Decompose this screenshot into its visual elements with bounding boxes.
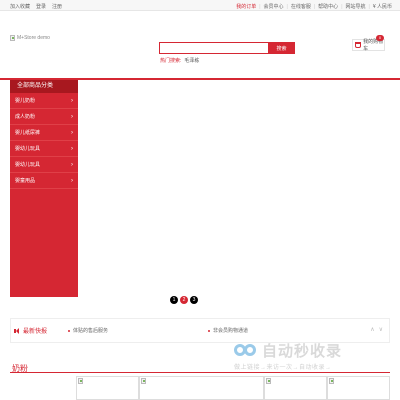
product-card[interactable] xyxy=(264,376,327,400)
broken-image-icon xyxy=(329,378,334,384)
bullet-icon xyxy=(208,329,210,332)
news-title: 最新快报 xyxy=(23,329,48,335)
category-item-label: 婴儿纸尿裤 xyxy=(15,130,41,136)
top-bar-right-links: 我的订单 | 会员中心 | 在线客服 | 帮助中心 | 网站导航 | ¥ 人民币 xyxy=(236,3,392,11)
category-title: 全部商品分类 xyxy=(10,80,78,93)
top-bar-left-links: 加入收藏 登录 注册 xyxy=(10,3,62,10)
broken-image-icon xyxy=(266,378,271,384)
carousel-dot-active[interactable]: 2 xyxy=(180,296,188,304)
online-service-link[interactable]: 在线客服 xyxy=(291,3,311,10)
category-item-label: 婴幼儿玩具 xyxy=(15,146,41,152)
hot-search-label: 热门搜索: xyxy=(160,58,182,64)
category-item[interactable]: 婴幼儿玩具 › xyxy=(10,157,78,173)
divider: | xyxy=(368,3,370,10)
chevron-right-icon: › xyxy=(71,129,73,136)
news-item-text: 体贴的售后服务 xyxy=(73,328,109,334)
hot-search-keyword[interactable]: 毛泽栋 xyxy=(184,57,199,64)
category-item-label: 婴童用品 xyxy=(15,178,36,184)
product-card[interactable] xyxy=(139,376,264,400)
watermark-text: 自动秒收录 xyxy=(262,343,343,360)
chevron-right-icon: › xyxy=(71,97,73,104)
arrow-down-icon[interactable]: ∨ xyxy=(379,326,383,333)
bullet-icon xyxy=(68,329,70,332)
my-orders-link[interactable]: 我的订单 xyxy=(236,3,256,10)
carousel-dot[interactable]: 1 xyxy=(170,296,178,304)
divider: | xyxy=(313,3,316,10)
broken-image-icon xyxy=(78,378,83,384)
news-item[interactable]: 体贴的售后服务 xyxy=(68,327,108,334)
broken-image-icon xyxy=(141,378,146,384)
cart-count-badge: 0 xyxy=(376,35,384,41)
banner-carousel[interactable] xyxy=(78,80,390,297)
help-center-link[interactable]: 帮助中心 xyxy=(318,3,338,10)
hot-searches: 热门搜索: 毛泽栋 xyxy=(160,57,199,64)
watermark: 自动秒收录 做上链接→来访一次→自动收录→ xyxy=(228,340,388,374)
chevron-right-icon: › xyxy=(71,161,73,168)
search-input[interactable] xyxy=(159,42,268,54)
watermark-logo-icon xyxy=(234,342,256,358)
member-center-link[interactable]: 会员中心 xyxy=(264,3,284,10)
arrow-up-icon[interactable]: ∧ xyxy=(370,326,374,333)
site-logo[interactable]: M+Store demo xyxy=(10,35,50,41)
news-item-text: 非会员购物通道 xyxy=(213,328,249,334)
divider: | xyxy=(286,3,288,10)
category-item[interactable]: 婴幼儿玩具 › xyxy=(10,141,78,157)
site-nav-link[interactable]: 网站导航 xyxy=(346,3,366,10)
cart-button[interactable]: 我的购物车 0 xyxy=(352,35,385,52)
carousel-dots: 1 2 3 xyxy=(170,296,198,304)
category-item-label: 成人奶粉 xyxy=(15,114,36,120)
top-bar: 加入收藏 登录 注册 我的订单 | 会员中心 | 在线客服 | 帮助中心 | 网… xyxy=(0,0,400,11)
register-link[interactable]: 注册 xyxy=(52,3,62,10)
login-link[interactable]: 登录 xyxy=(36,3,46,10)
divider: | xyxy=(341,3,343,10)
news-arrows: ∧ ∨ xyxy=(370,326,383,333)
search-bar: 搜索 xyxy=(159,42,295,54)
add-favorite-link[interactable]: 加入收藏 xyxy=(10,3,30,10)
product-card[interactable] xyxy=(76,376,139,400)
search-button[interactable]: 搜索 xyxy=(268,42,295,54)
divider: | xyxy=(259,3,261,10)
category-item[interactable]: 成人奶粉 › xyxy=(10,109,78,125)
chevron-right-icon: › xyxy=(71,145,73,152)
news-item[interactable]: 非会员购物通道 xyxy=(208,327,248,334)
chevron-right-icon: › xyxy=(71,113,73,120)
category-item[interactable]: 婴童用品 › xyxy=(10,173,78,189)
cart-icon xyxy=(355,42,362,48)
category-item[interactable]: 婴儿奶粉 › xyxy=(10,93,78,109)
chevron-right-icon: › xyxy=(71,177,73,184)
broken-image-icon xyxy=(10,35,15,41)
watermark-subtext: 做上链接→来访一次→自动收录→ xyxy=(234,365,332,371)
product-card[interactable] xyxy=(327,376,390,400)
speaker-icon xyxy=(14,327,20,334)
currency-select[interactable]: ¥ 人民币 xyxy=(373,3,392,10)
category-item-label: 婴幼儿玩具 xyxy=(15,162,41,168)
carousel-dot[interactable]: 3 xyxy=(190,296,198,304)
category-sidebar: 全部商品分类 婴儿奶粉 › 成人奶粉 › 婴儿纸尿裤 › 婴幼儿玩具 › 婴幼儿… xyxy=(10,80,78,297)
category-item-label: 婴儿奶粉 xyxy=(15,98,36,104)
news-heading: 最新快报 xyxy=(11,326,66,335)
category-item[interactable]: 婴儿纸尿裤 › xyxy=(10,125,78,141)
logo-alt-text: M+Store demo xyxy=(17,35,50,41)
